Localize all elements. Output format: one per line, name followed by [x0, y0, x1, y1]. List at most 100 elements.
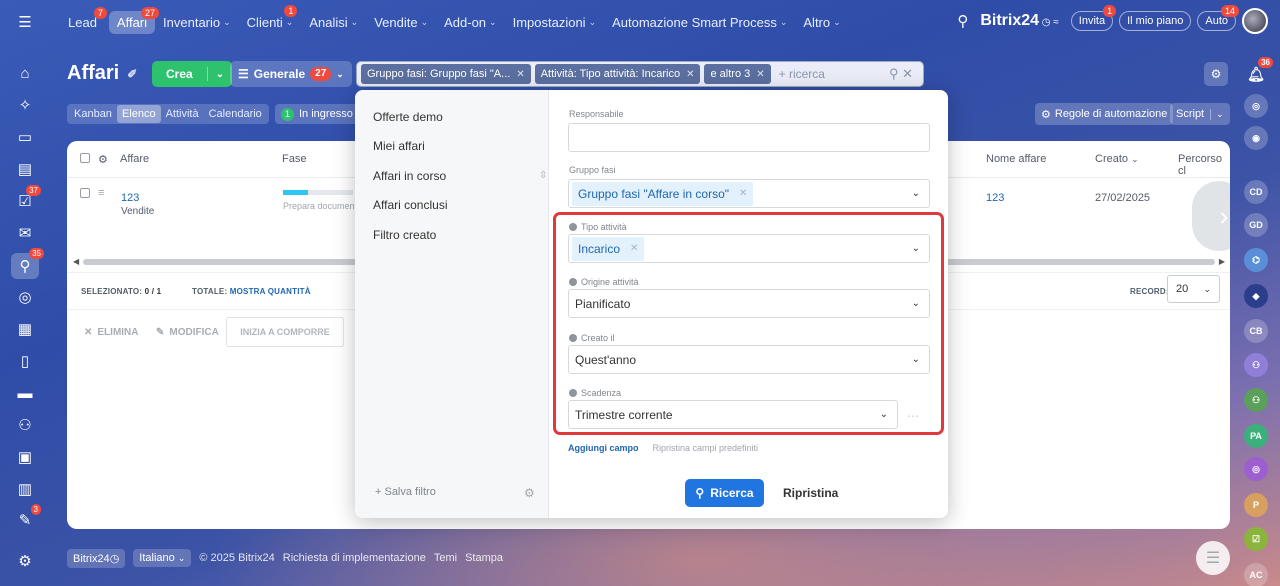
show-quantity-link[interactable]: MOSTRA QUANTITÀ [230, 287, 311, 296]
target-icon[interactable]: ◎ [14, 286, 36, 308]
tab-calendario[interactable]: Calendario [204, 105, 267, 123]
nav-lead[interactable]: Lead 7 [60, 6, 107, 34]
crm-icon[interactable]: ⚲ 35 [11, 248, 44, 279]
contact-avatar[interactable]: AC [1244, 563, 1268, 586]
chat-widget-button[interactable]: ☰ [1196, 541, 1230, 575]
pin-icon[interactable]: ✐ [127, 67, 137, 81]
preset-filtro-creato[interactable]: Filtro creato [373, 228, 436, 242]
group-avatar[interactable]: ⚇ [1244, 388, 1268, 412]
search-input[interactable]: + ricerca [779, 67, 885, 81]
tab-kanban[interactable]: Kanban [69, 105, 117, 123]
add-field-link[interactable]: Aggiungi campo [568, 443, 639, 453]
storage-icon[interactable]: ▬ [14, 382, 36, 404]
nav-automazione[interactable]: Automazione Smart Process ⌄ [604, 11, 795, 34]
nav-affari[interactable]: Affari 27 [108, 6, 160, 34]
group-avatar[interactable]: ⚇ [1244, 353, 1268, 377]
filter-search-bar[interactable]: Gruppo fasi: Gruppo fasi "A... ✕ Attività… [356, 61, 924, 87]
ingresso-button[interactable]: 1 In ingresso [275, 104, 359, 124]
gear-icon[interactable]: ⚙ [524, 486, 535, 500]
script-button[interactable]: Script ⌄ [1170, 103, 1230, 125]
chevron-down-icon[interactable]: ⌄ [208, 69, 232, 80]
gear-icon[interactable]: ⚙ [1204, 62, 1228, 86]
preset-affari-in-corso[interactable]: Affari in corso [373, 169, 446, 183]
contact-avatar[interactable]: GD [1244, 213, 1268, 237]
col-nome-affare[interactable]: Nome affare [986, 153, 1046, 165]
search-button[interactable]: ⚲ Ricerca [685, 479, 764, 507]
invita-button[interactable]: Invita 1 [1070, 5, 1117, 31]
selected-tag[interactable]: Gruppo fasi "Affare in corso" ✕ [572, 181, 754, 206]
search-clear-icons[interactable]: ⚲ ✕ [889, 66, 919, 82]
docs-icon[interactable]: ▤ [14, 158, 36, 180]
signature-icon[interactable]: ✎ 3 [14, 504, 41, 531]
contact-avatar[interactable]: ◎ [1244, 457, 1268, 481]
deal-name-link[interactable]: 123 [986, 192, 1004, 204]
scroll-right-button[interactable]: › [1192, 181, 1230, 251]
settings-icon[interactable]: ⚙ [14, 550, 36, 572]
nav-vendite[interactable]: Vendite ⌄ [366, 11, 436, 34]
row-checkbox[interactable] [80, 188, 90, 201]
print-link[interactable]: Stampa [465, 552, 503, 564]
nav-inventario[interactable]: Inventario ⌄ [155, 11, 239, 34]
preset-affari-conclusi[interactable]: Affari conclusi [373, 198, 447, 212]
tasks-icon[interactable]: ☑ 37 [14, 185, 41, 212]
chevron-down-icon[interactable]: ⌄ [912, 188, 920, 199]
mio-piano-button[interactable]: Il mio piano [1119, 11, 1192, 31]
home-icon[interactable]: ⌂ [14, 62, 36, 84]
file-icon[interactable]: ▯ [14, 350, 36, 372]
close-icon[interactable]: ✕ [739, 188, 747, 199]
presentation-icon[interactable]: ▣ [14, 446, 36, 468]
implementation-link[interactable]: Richiesta di implementazione [283, 552, 426, 564]
nav-addon[interactable]: Add-on ⌄ [436, 11, 504, 34]
close-icon[interactable]: ✕ [756, 69, 764, 80]
col-percorso[interactable]: Percorso cl [1178, 153, 1230, 177]
nav-impostazioni[interactable]: Impostazioni ⌄ [505, 11, 605, 34]
reset-fields-link[interactable]: Ripristina campi predefiniti [653, 443, 759, 453]
nav-altro[interactable]: Altro ⌄ [795, 11, 848, 34]
tab-elenco[interactable]: Elenco [116, 105, 161, 123]
tab-attivita[interactable]: Attività [161, 105, 204, 123]
gruppo-fasi-field[interactable]: Gruppo fasi "Affare in corso" ✕ ⌄ [568, 179, 930, 208]
row-menu-icon[interactable]: ≡ [98, 187, 104, 199]
col-fase[interactable]: Fase [282, 153, 306, 165]
menu-icon[interactable]: ☰ [14, 11, 36, 33]
drag-handle-icon[interactable]: ⇳ [539, 170, 547, 181]
contact-avatar[interactable]: ⌬ [1244, 248, 1268, 272]
filter-chip[interactable]: Gruppo fasi: Gruppo fasi "A... ✕ [361, 64, 531, 84]
record-select[interactable]: 20 ⌄ [1167, 275, 1220, 303]
reset-button[interactable]: Ripristina [783, 486, 838, 500]
contact-avatar[interactable]: ◆ [1244, 284, 1268, 308]
delete-button[interactable]: ✕ ELIMINA [84, 317, 139, 347]
bitrix-footer-button[interactable]: Bitrix24◷ [67, 548, 126, 568]
nav-analisi[interactable]: Analisi ⌄ [301, 11, 366, 34]
copilot-icon[interactable]: ◎ [1244, 94, 1268, 118]
col-creato[interactable]: Creato ⌄ [1095, 153, 1139, 165]
contact-avatar[interactable]: PA [1244, 424, 1268, 448]
create-button-label[interactable]: Crea [152, 67, 208, 81]
save-filter-button[interactable]: + Salva filtro [375, 486, 436, 498]
preset-offerte-demo[interactable]: Offerte demo [373, 110, 443, 124]
search-icon[interactable]: ⚲ [957, 12, 968, 30]
themes-link[interactable]: Temi [434, 552, 457, 564]
feed-icon[interactable]: ✧ [14, 94, 36, 116]
filter-chip-more[interactable]: e altro 3 ✕ [704, 64, 771, 84]
preset-miei-affari[interactable]: Miei affari [373, 139, 425, 153]
regole-button[interactable]: ⚙ Regole di automazione [1035, 103, 1174, 125]
stage-progress[interactable] [283, 190, 353, 195]
edit-button[interactable]: ✎ MODIFICA [156, 317, 219, 347]
chat-icon[interactable]: ▭ [14, 126, 36, 148]
contact-avatar[interactable]: P [1244, 493, 1268, 517]
planner-icon[interactable]: ▥ [14, 478, 36, 500]
select-all-checkbox[interactable] [80, 153, 90, 166]
mail-icon[interactable]: ✉ [14, 222, 36, 244]
filter-chip[interactable]: Attività: Tipo attività: Incarico ✕ [534, 64, 701, 84]
bell-icon[interactable]: 🔔︎ 36 [1244, 57, 1273, 86]
language-selector[interactable]: Italiano ⌄ [133, 549, 192, 567]
scroll-left-icon[interactable]: ◀ [73, 257, 79, 266]
calendar-icon[interactable]: ▦ [14, 318, 36, 340]
col-affare[interactable]: Affare [120, 153, 149, 165]
contact-avatar[interactable]: CD [1244, 180, 1268, 204]
close-icon[interactable]: ✕ [686, 69, 694, 80]
contact-avatar[interactable]: CB [1244, 319, 1268, 343]
deal-link[interactable]: 123 [121, 192, 139, 204]
responsabile-field[interactable] [568, 123, 930, 152]
